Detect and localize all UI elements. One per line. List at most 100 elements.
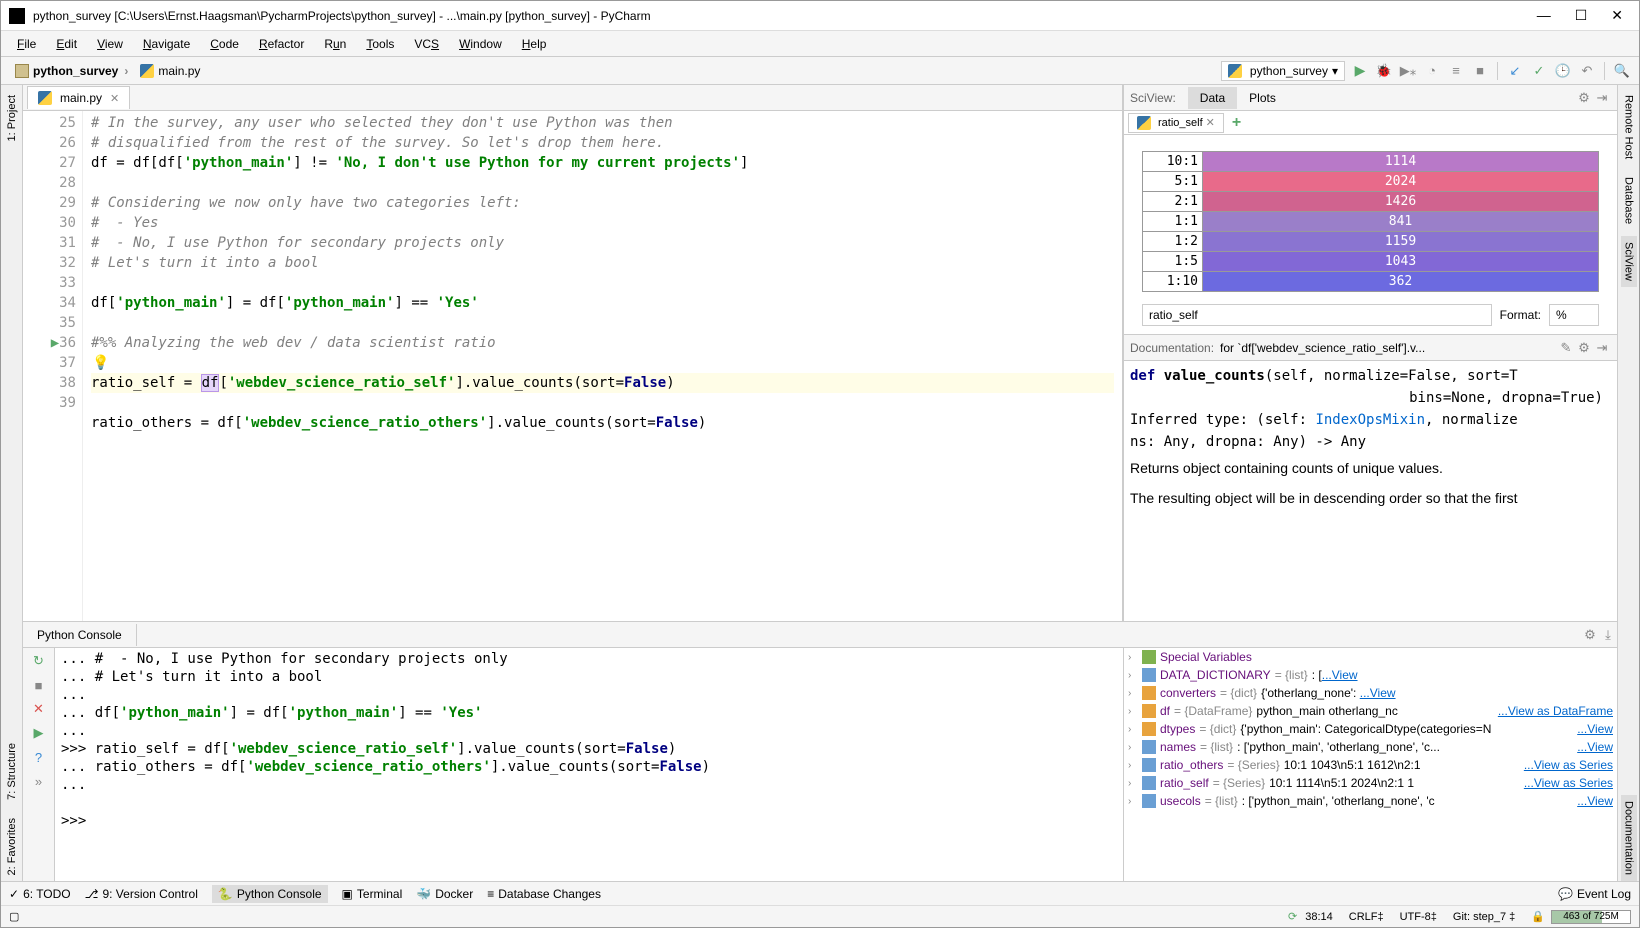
toolbar-right: python_survey ▾ ▶ 🐞 ▶⁎ ◔ ≡ ■ ↙ ✓ 🕒 ↶ 🔍 (1221, 61, 1639, 81)
debug-button[interactable]: 🐞 (1375, 62, 1393, 80)
breadcrumb-project[interactable]: python_survey (9, 62, 134, 80)
bb-console[interactable]: 🐍 Python Console (212, 885, 328, 903)
profile-button[interactable]: ◔ (1423, 62, 1441, 80)
code[interactable]: # In the survey, any user who selected t… (83, 111, 1122, 621)
cursor-position[interactable]: 38:14 (1305, 911, 1333, 923)
gear-icon[interactable]: ⚙ (1581, 626, 1599, 644)
side-tab-favorites[interactable]: 2: Favorites (4, 812, 20, 881)
menu-tools[interactable]: Tools (358, 35, 402, 53)
vcs-commit-button[interactable]: ✓ (1530, 62, 1548, 80)
git-branch[interactable]: Git: step_7 ‡ (1453, 911, 1515, 923)
breadcrumb: python_survey main.py (1, 62, 1221, 80)
console-body: ↻ ■ ✕ ▶ ? » ... # - No, I use Python for… (23, 648, 1617, 881)
console-output[interactable]: ... # - No, I use Python for secondary p… (55, 648, 1123, 881)
format-input[interactable] (1549, 304, 1599, 326)
stop-icon[interactable]: ■ (30, 676, 48, 694)
bb-docker[interactable]: 🐳 Docker (416, 887, 473, 901)
maximize-button[interactable]: ☐ (1575, 7, 1588, 24)
line-separator[interactable]: CRLF‡ (1349, 911, 1384, 923)
format-label: Format: (1500, 308, 1541, 322)
menu-file[interactable]: File (9, 35, 44, 53)
menu-edit[interactable]: Edit (48, 35, 85, 53)
side-tab-documentation[interactable]: Documentation (1621, 795, 1637, 881)
variable-name-input[interactable] (1142, 304, 1492, 326)
var-row[interactable]: ›df = {DataFrame} python_main otherlang_… (1124, 702, 1617, 720)
var-row[interactable]: ›usecols = {list} : ['python_main', 'oth… (1124, 792, 1617, 810)
hide-icon[interactable]: ⇥ (1593, 339, 1611, 357)
bb-vcs[interactable]: ⎇ 9: Version Control (85, 887, 198, 901)
side-tab-structure[interactable]: 7: Structure (4, 737, 20, 806)
close-tab-icon[interactable]: ✕ (110, 92, 119, 105)
encoding[interactable]: UTF-8‡ (1400, 911, 1437, 923)
var-row[interactable]: ›ratio_self = {Series} 10:1 1114\n5:1 20… (1124, 774, 1617, 792)
vcs-update-button[interactable]: ↙ (1506, 62, 1524, 80)
var-row[interactable]: ›converters = {dict} {'otherlang_none': … (1124, 684, 1617, 702)
sciview-header: SciView: Data Plots ⚙ ⇥ (1124, 85, 1617, 111)
console-tab-python[interactable]: Python Console (23, 624, 137, 646)
menu-code[interactable]: Code (202, 35, 247, 53)
toolbar: python_survey main.py python_survey ▾ ▶ … (1, 57, 1639, 85)
editor-tab-main[interactable]: main.py✕ (27, 86, 130, 109)
sciview-panel: SciView: Data Plots ⚙ ⇥ ratio_self✕ + 10… (1123, 85, 1617, 621)
var-row[interactable]: ›Special Variables (1124, 648, 1617, 666)
bb-db[interactable]: ≡ Database Changes (487, 887, 601, 901)
side-tab-database[interactable]: Database (1621, 171, 1637, 230)
sync-icon[interactable]: ⟳ (1288, 910, 1297, 923)
window-controls: — ☐ ✕ (1537, 7, 1631, 24)
edit-icon[interactable]: ✎ (1557, 339, 1575, 357)
close-button[interactable]: ✕ (1611, 7, 1623, 24)
data-tab-ratio-self[interactable]: ratio_self✕ (1128, 113, 1224, 133)
sciview-tab-data[interactable]: Data (1188, 87, 1237, 109)
var-row[interactable]: ›names = {list} : ['python_main', 'other… (1124, 738, 1617, 756)
vcs-revert-button[interactable]: ↶ (1578, 62, 1596, 80)
bb-todo[interactable]: ✓ 6: TODO (9, 887, 71, 901)
close-icon[interactable]: ✕ (1206, 116, 1215, 129)
sciview-label: SciView: (1130, 91, 1176, 105)
run-coverage-button[interactable]: ▶⁎ (1399, 62, 1417, 80)
hide-icon[interactable]: ⇥ (1593, 89, 1611, 107)
concurrency-button[interactable]: ≡ (1447, 62, 1465, 80)
lock-icon[interactable]: 🔒 (1531, 910, 1545, 923)
add-tab-button[interactable]: + (1224, 112, 1249, 134)
search-everywhere-button[interactable]: 🔍 (1613, 62, 1631, 80)
doc-label: Documentation: (1130, 341, 1214, 355)
var-row[interactable]: ›dtypes = {dict} {'python_main': Categor… (1124, 720, 1617, 738)
bottom-toolbar: ✓ 6: TODO ⎇ 9: Version Control 🐍 Python … (1, 881, 1639, 905)
menu-run[interactable]: Run (316, 35, 354, 53)
console-section: Python Console ⚙ ⤓ ↻ ■ ✕ ▶ ? » ... # - N… (23, 621, 1617, 881)
var-row[interactable]: ›ratio_others = {Series} 10:1 1043\n5:1 … (1124, 756, 1617, 774)
stop-button[interactable]: ■ (1471, 62, 1489, 80)
side-tab-remote[interactable]: Remote Host (1621, 89, 1637, 165)
sciview-tab-plots[interactable]: Plots (1237, 87, 1288, 109)
right-tool-tabs: Remote Host Database SciView Documentati… (1617, 85, 1639, 881)
menu-refactor[interactable]: Refactor (251, 35, 312, 53)
menu-window[interactable]: Window (451, 35, 510, 53)
menu-help[interactable]: Help (514, 35, 555, 53)
menubar: File Edit View Navigate Code Refactor Ru… (1, 31, 1639, 57)
help-icon[interactable]: ? (30, 748, 48, 766)
minimize-button[interactable]: — (1537, 7, 1551, 24)
gear-icon[interactable]: ⚙ (1575, 89, 1593, 107)
menu-view[interactable]: View (89, 35, 131, 53)
editor-tabs: main.py✕ (23, 85, 1122, 111)
status-icon[interactable]: ▢ (9, 910, 19, 923)
menu-navigate[interactable]: Navigate (135, 35, 198, 53)
rerun-icon[interactable]: ↻ (30, 652, 48, 670)
run-button[interactable]: ▶ (1351, 62, 1369, 80)
bb-eventlog[interactable]: 💬 Event Log (1558, 887, 1631, 901)
execute-icon[interactable]: ▶ (30, 724, 48, 742)
run-config-selector[interactable]: python_survey ▾ (1221, 61, 1345, 81)
menu-vcs[interactable]: VCS (406, 35, 447, 53)
code-editor[interactable]: 25 26 27 28 29 30 31 32 33 34 35 ▶36 37 … (23, 111, 1122, 621)
side-tab-sciview[interactable]: SciView (1621, 236, 1637, 287)
var-row[interactable]: ›DATA_DICTIONARY = {list} : [...View (1124, 666, 1617, 684)
more-icon[interactable]: » (30, 772, 48, 790)
download-icon[interactable]: ⤓ (1599, 626, 1617, 644)
gear-icon[interactable]: ⚙ (1575, 339, 1593, 357)
close-session-icon[interactable]: ✕ (30, 700, 48, 718)
vcs-history-button[interactable]: 🕒 (1554, 62, 1572, 80)
bb-terminal[interactable]: ▣ Terminal (342, 887, 403, 901)
memory-indicator[interactable]: 463 of 725M (1551, 910, 1631, 924)
breadcrumb-file[interactable]: main.py (134, 62, 212, 80)
side-tab-project[interactable]: 1: Project (4, 89, 20, 147)
